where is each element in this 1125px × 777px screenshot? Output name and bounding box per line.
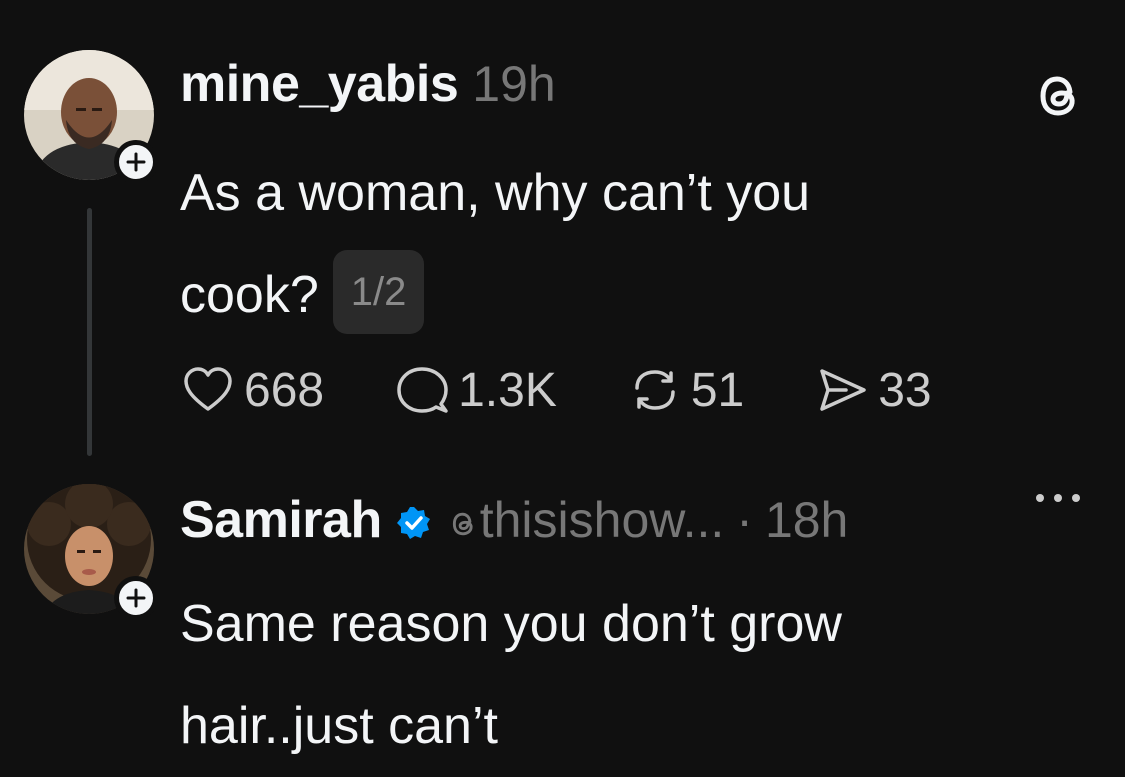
repost-count: 51	[690, 363, 745, 417]
reply-count: 1.3K	[458, 363, 557, 417]
follow-button[interactable]	[114, 140, 158, 184]
reply-text: Same reason you don’t grow hair..just ca…	[180, 573, 1080, 777]
share-button[interactable]: 33	[814, 362, 932, 418]
plus-icon	[126, 152, 146, 172]
page-indicator-badge: 1/2	[332, 250, 425, 335]
like-count: 668	[244, 363, 325, 417]
repost-button[interactable]: 51	[627, 362, 744, 418]
thread-connector-line	[87, 208, 92, 456]
username[interactable]: Samirah	[180, 490, 382, 550]
more-options-icon[interactable]	[1030, 488, 1086, 508]
plus-icon	[126, 588, 146, 608]
comment-icon	[397, 367, 448, 413]
reply-text-line: Same reason you don’t grow	[180, 595, 842, 653]
reply-button[interactable]: 1.3K	[394, 362, 557, 418]
user-handle[interactable]: thisishow...	[480, 491, 725, 549]
share-count: 33	[878, 363, 932, 417]
reply-text-line: hair..just can’t	[180, 697, 498, 755]
threads-handle-icon	[452, 512, 473, 536]
username[interactable]: mine_yabis	[180, 54, 459, 114]
follow-button[interactable]	[114, 576, 158, 620]
reply-header: Samirah thisishow... · 18h	[180, 490, 848, 550]
post-header: mine_yabis 19h	[180, 54, 556, 114]
post-text-line: As a woman, why can’t you	[180, 164, 811, 222]
like-button[interactable]: 668	[180, 362, 324, 418]
repost-icon	[635, 370, 675, 410]
timestamp: 18h	[764, 492, 849, 548]
heart-icon	[184, 367, 232, 411]
post-actions: 668 1.3K 51 33	[180, 362, 1002, 418]
timestamp: 19h	[472, 56, 556, 112]
post-text-line: cook? 1/2	[180, 244, 1080, 346]
verified-badge-icon	[396, 507, 430, 539]
threads-logo-icon[interactable]	[1032, 70, 1084, 122]
post-text-line-2: cook?	[180, 266, 319, 324]
send-icon	[820, 369, 866, 411]
post-text: As a woman, why can’t you cook? 1/2	[180, 142, 1080, 346]
separator: ·	[736, 492, 753, 548]
